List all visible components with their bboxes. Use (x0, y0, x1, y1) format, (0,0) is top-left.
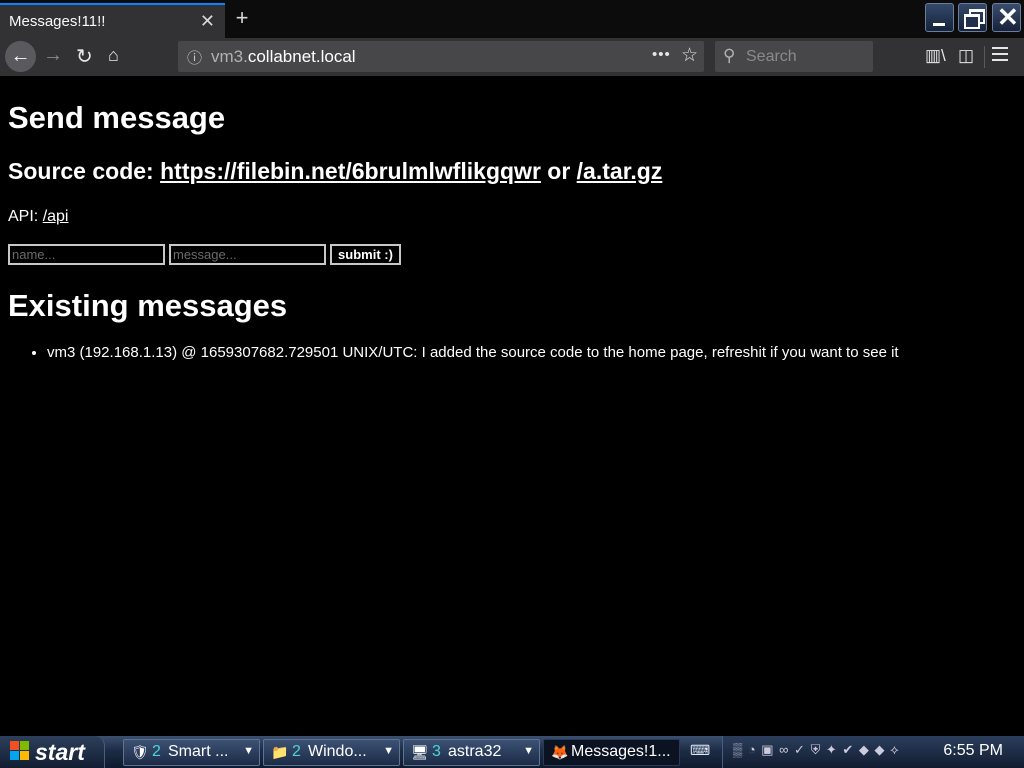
clock[interactable]: 6:55 PM (943, 742, 1003, 760)
windows-logo-icon (10, 741, 30, 761)
group-label: Windo... (308, 743, 367, 760)
search-placeholder: Search (746, 48, 797, 65)
group-count: 2 (152, 743, 161, 760)
navigation-toolbar: ← → ↻ ⌂ ⓘ vm3.collabnet.local ••• ☆ ⚲ Se… (0, 38, 1024, 76)
api-link[interactable]: /api (43, 208, 69, 225)
start-button[interactable]: start (0, 736, 105, 768)
message-item: vm3 (192.168.1.13) @ 1659307682.729501 U… (47, 344, 899, 361)
name-input[interactable] (8, 244, 165, 265)
search-input[interactable]: ⚲ Search (715, 41, 873, 72)
taskbar-item-messages[interactable]: 🦊 Messages!1... (543, 739, 680, 766)
taskbar-group-smart[interactable]: 🛡 2 Smart ... ▼ (123, 739, 260, 766)
tray-icons[interactable]: ▒ ◔ ▣ ∞ ✓ ⛨ ✦ ✔ ◆ ◆ ⟡ (733, 742, 900, 758)
toolbar-divider (984, 46, 985, 68)
restore-window-button[interactable] (958, 3, 987, 32)
message-input[interactable] (169, 244, 326, 265)
page-actions-icon[interactable]: ••• (652, 46, 671, 63)
source-code-line: Source code: https://filebin.net/6brulml… (8, 158, 662, 185)
computer-icon: 🖥 (411, 744, 429, 760)
submit-button[interactable]: submit :) (330, 244, 401, 265)
sidebar-icon[interactable]: ◫ (958, 46, 974, 66)
minimize-icon (933, 23, 945, 26)
bookmark-star-icon[interactable]: ☆ (681, 44, 698, 67)
page-content: Send message Source code: https://filebi… (8, 76, 1018, 736)
group-label: astra32 (448, 743, 502, 760)
existing-messages-heading: Existing messages (8, 288, 288, 323)
minimize-window-button[interactable] (925, 3, 954, 32)
url-prefix: vm3. (211, 47, 248, 66)
reload-icon: ↻ (76, 46, 93, 68)
search-icon: ⚲ (723, 46, 736, 65)
window-label: Messages!1... (571, 743, 671, 760)
tab-bar: Messages!11!! ✕ + ✕ (0, 0, 1024, 38)
taskbar-group-windows[interactable]: 📁 2 Windo... ▼ (263, 739, 400, 766)
api-line: API: /api (8, 208, 68, 226)
taskbar-group-astra32[interactable]: 🖥 3 astra32 ▼ (403, 739, 540, 766)
restore-icon (964, 14, 980, 29)
close-window-button[interactable]: ✕ (992, 3, 1021, 32)
url-bar[interactable]: ⓘ vm3.collabnet.local ••• ☆ (178, 41, 704, 72)
home-icon: ⌂ (108, 45, 119, 65)
close-icon: ✕ (997, 2, 1019, 32)
forward-button[interactable]: → (43, 44, 63, 67)
api-label: API: (8, 208, 43, 225)
group-count: 3 (432, 743, 441, 760)
tarball-link[interactable]: /a.tar.gz (577, 158, 663, 184)
folder-icon: 📁 (271, 744, 289, 760)
filebin-link[interactable]: https://filebin.net/6brulmlwflikgqwr (160, 158, 541, 184)
keyboard-icon[interactable]: ⌨ (690, 742, 710, 760)
new-tab-button[interactable]: + (230, 5, 254, 31)
tab-title: Messages!11!! (9, 13, 106, 30)
source-label: Source code: (8, 158, 161, 184)
forward-arrow-icon: → (43, 44, 63, 66)
back-arrow-icon: ← (10, 45, 31, 67)
start-label: start (35, 739, 85, 765)
send-message-heading: Send message (8, 100, 226, 135)
taskbar: start 🛡 2 Smart ... ▼ 📁 2 Windo... ▼ 🖥 3… (0, 736, 1024, 768)
group-count: 2 (292, 743, 301, 760)
source-or: or (540, 158, 577, 184)
hamburger-menu-icon[interactable] (992, 47, 1008, 65)
shield-icon: 🛡 (131, 744, 149, 760)
close-tab-icon[interactable]: ✕ (200, 11, 215, 32)
browser-tab[interactable]: Messages!11!! ✕ (0, 3, 225, 38)
site-info-icon[interactable]: ⓘ (187, 47, 202, 68)
chevron-down-icon: ▼ (383, 745, 394, 757)
url-domain: collabnet.local (247, 47, 356, 66)
home-button[interactable]: ⌂ (108, 45, 119, 66)
chevron-down-icon: ▼ (243, 745, 254, 757)
group-label: Smart ... (168, 743, 229, 760)
firefox-icon: 🦊 (551, 744, 569, 760)
chevron-down-icon: ▼ (523, 745, 534, 757)
messages-list: vm3 (192.168.1.13) @ 1659307682.729501 U… (8, 344, 899, 361)
url-text[interactable]: vm3.collabnet.local (211, 47, 356, 67)
library-icon[interactable]: ▥\ (925, 46, 946, 66)
reload-button[interactable]: ↻ (76, 44, 93, 69)
back-button[interactable]: ← (5, 41, 36, 72)
system-tray: ▒ ◔ ▣ ∞ ✓ ⛨ ✦ ✔ ◆ ◆ ⟡ 6:55 PM (722, 736, 1024, 768)
